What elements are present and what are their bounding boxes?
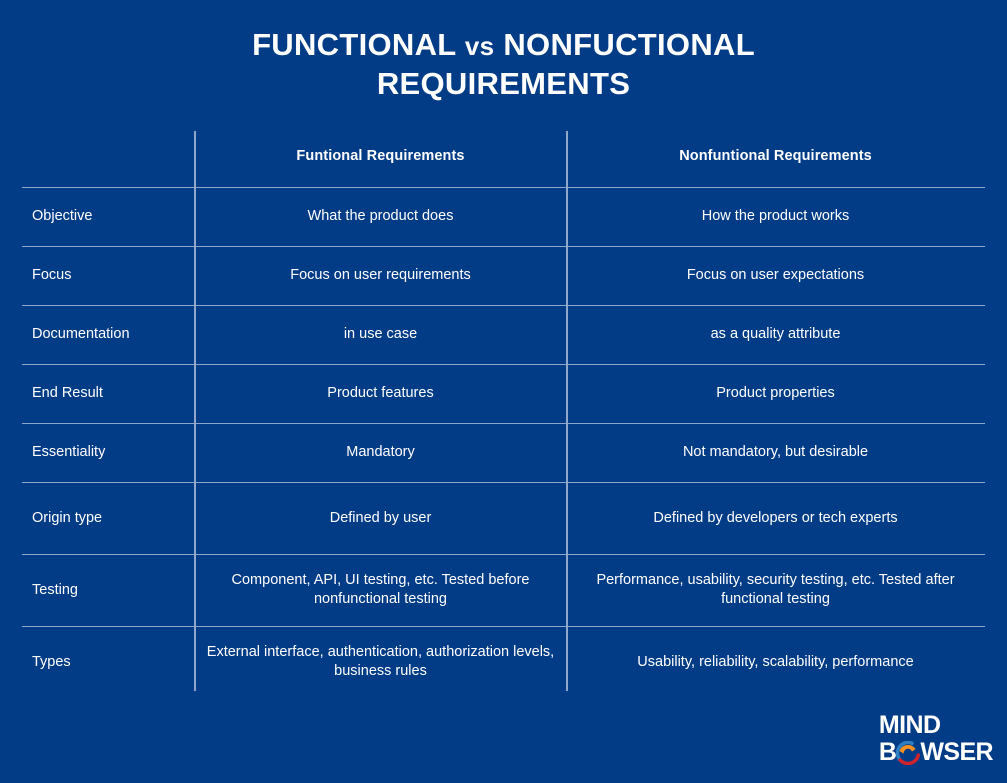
title-word-vs: vs (464, 31, 495, 61)
cell-functional-origin-type: Defined by user (195, 481, 566, 554)
cell-nonfunctional-objective: How the product works (566, 186, 985, 246)
cell-functional-objective: What the product does (195, 186, 566, 246)
table-row: End Result Product features Product prop… (22, 363, 985, 423)
cell-functional-focus: Focus on user requirements (195, 245, 566, 305)
logo-line-bowser: B WSER (878, 738, 994, 766)
table-row: Testing Component, API, UI testing, etc.… (22, 553, 985, 626)
row-label-essentiality: Essentiality (22, 422, 195, 482)
logo-text-wser: WSER (920, 738, 993, 766)
table-header-row: Funtional Requirements Nonfuntional Requ… (22, 131, 985, 187)
row-label-types: Types (22, 625, 195, 698)
page-title: FUNCTIONAL vs NONFUCTIONAL REQUIREMENTS (0, 26, 1007, 103)
logo-text-mind: MIND (878, 711, 941, 739)
title-word-nonfunctional: NONFUCTIONAL (503, 27, 755, 62)
row-label-focus: Focus (22, 245, 195, 305)
cell-nonfunctional-end-result: Product properties (566, 363, 985, 423)
logo-text-b: B (878, 738, 897, 766)
cell-nonfunctional-documentation: as a quality attribute (566, 304, 985, 364)
cell-functional-essentiality: Mandatory (195, 422, 566, 482)
cell-functional-testing: Component, API, UI testing, etc. Tested … (195, 553, 566, 626)
header-nonfunctional-requirements: Nonfuntional Requirements (679, 148, 872, 165)
row-label-testing: Testing (22, 553, 195, 626)
table-row: Essentiality Mandatory Not mandatory, bu… (22, 422, 985, 482)
table-row: Focus Focus on user requirements Focus o… (22, 245, 985, 305)
title-line-2: REQUIREMENTS (376, 66, 631, 101)
cell-functional-end-result: Product features (195, 363, 566, 423)
cell-functional-types: External interface, authentication, auth… (195, 625, 566, 698)
title-line-1: FUNCTIONAL vs NONFUCTIONAL (120, 26, 887, 65)
table-row: Objective What the product does How the … (22, 186, 985, 246)
swirl-icon (896, 740, 921, 765)
row-label-end-result: End Result (22, 363, 195, 423)
table-row: Documentation in use case as a quality a… (22, 304, 985, 364)
header-functional-requirements: Funtional Requirements (296, 148, 465, 165)
cell-nonfunctional-essentiality: Not mandatory, but desirable (566, 422, 985, 482)
row-label-documentation: Documentation (22, 304, 195, 364)
cell-functional-documentation: in use case (195, 304, 566, 364)
header-label-column (22, 131, 195, 187)
cell-nonfunctional-focus: Focus on user expectations (566, 245, 985, 305)
cell-nonfunctional-origin-type: Defined by developers or tech experts (566, 481, 985, 554)
cell-nonfunctional-testing: Performance, usability, security testing… (566, 553, 985, 626)
table-row: Types External interface, authentication… (22, 625, 985, 698)
slide-canvas: FUNCTIONAL vs NONFUCTIONAL REQUIREMENTS … (0, 0, 1007, 783)
title-word-functional: FUNCTIONAL (252, 27, 456, 62)
comparison-table: Funtional Requirements Nonfuntional Requ… (22, 131, 985, 698)
mindbowser-logo: MIND B WSER (878, 711, 994, 766)
row-label-objective: Objective (22, 186, 195, 246)
cell-nonfunctional-types: Usability, reliability, scalability, per… (566, 625, 985, 698)
table-row: Origin type Defined by user Defined by d… (22, 481, 985, 554)
row-label-origin-type: Origin type (22, 481, 195, 554)
